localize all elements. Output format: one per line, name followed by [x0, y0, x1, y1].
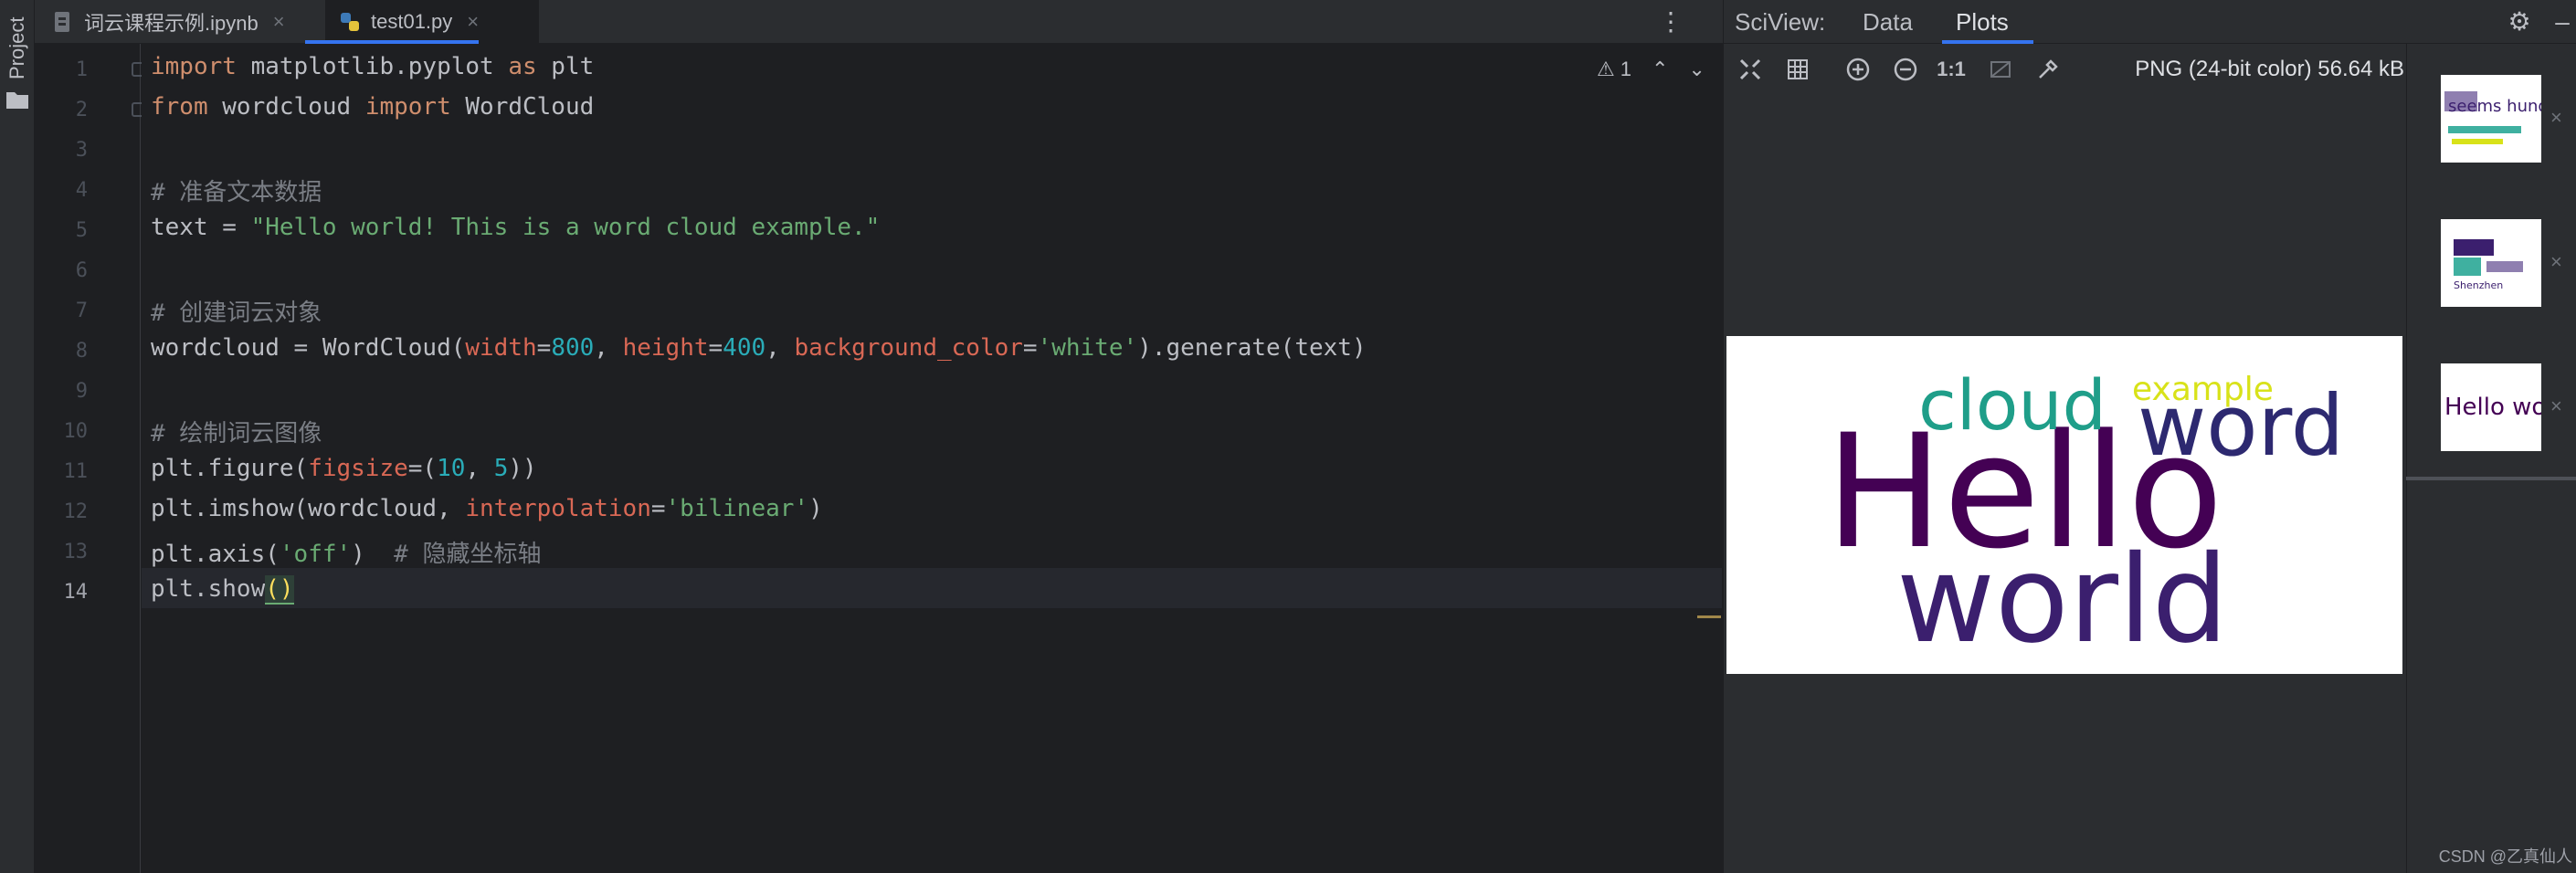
code-line-11: plt.figure(figsize=(10, 5))	[151, 455, 537, 482]
close-icon[interactable]: ×	[2550, 394, 2562, 418]
tab-label: 词云课程示例.ipynb	[84, 12, 259, 35]
tab-data[interactable]: Data	[1863, 0, 1913, 44]
chevron-down-icon[interactable]: ⌄	[1688, 58, 1705, 81]
code-line-13: plt.axis('off') # 隐藏坐标轴	[151, 541, 542, 568]
actual-size-button[interactable]: 1:1	[1935, 53, 1968, 86]
plot-thumbnail[interactable]: Shenzhen	[2441, 219, 2541, 307]
line-number: 13	[63, 541, 89, 563]
line-number-current: 14	[63, 581, 89, 604]
code-line-14: plt.show()	[151, 575, 294, 605]
line-number: 1	[75, 58, 88, 81]
line-number: 11	[63, 460, 89, 483]
line-number: 8	[75, 340, 88, 363]
tab-plots[interactable]: Plots	[1956, 0, 2009, 44]
image-info-label: PNG (24-bit color) 56.64 kB	[2135, 57, 2404, 81]
line-number: 2	[75, 99, 88, 121]
thumbnail-snippet: Shenzhen	[2454, 279, 2503, 291]
editor-tab-bar: 词云课程示例.ipynb × test01.py ×	[35, 0, 1723, 44]
code-line-12: plt.imshow(wordcloud, interpolation='bil…	[151, 495, 823, 522]
line-number: 4	[75, 179, 88, 202]
code-content[interactable]: import matplotlib.pyplot as plt from wor…	[142, 44, 1603, 647]
zoom-out-icon[interactable]	[1889, 53, 1922, 86]
wordcloud-image: Hello world word cloud example	[1726, 336, 2402, 674]
folder-icon[interactable]	[5, 89, 29, 110]
code-line-10: # 绘制词云图像	[151, 420, 322, 447]
code-line-5: text = "Hello world! This is a word clou…	[151, 214, 881, 241]
close-icon[interactable]: ×	[467, 10, 479, 34]
color-picker-icon[interactable]	[2032, 53, 2064, 86]
line-number: 5	[75, 219, 88, 242]
thumbnail-snippet: Hello world	[2444, 394, 2541, 421]
code-line-4: # 准备文本数据	[151, 179, 322, 206]
fit-to-window-icon[interactable]	[1734, 53, 1767, 86]
chevron-up-icon[interactable]: ⌃	[1652, 58, 1668, 81]
tab-test01-py[interactable]: test01.py ×	[325, 0, 539, 44]
code-line-2: from wordcloud import WordCloud	[151, 93, 595, 121]
line-number: 10	[63, 420, 89, 443]
gear-icon[interactable]: ⚙	[2503, 5, 2536, 38]
tab-notebook[interactable]: 词云课程示例.ipynb ×	[51, 0, 325, 44]
python-file-icon	[338, 10, 362, 34]
code-line-1: import matplotlib.pyplot as plt	[151, 53, 595, 80]
thumbnail-divider	[2406, 477, 2576, 480]
plot-thumbnail[interactable]: seems hundre	[2441, 75, 2541, 163]
wordcloud-word-cloud: cloud	[1918, 364, 2106, 446]
more-vertical-icon[interactable]: ⋮	[1657, 5, 1684, 38]
close-icon[interactable]: ×	[273, 10, 285, 34]
line-number: 9	[75, 380, 88, 403]
grid-icon[interactable]	[1781, 53, 1814, 86]
thumbnail-snippet: seems hundre	[2448, 97, 2541, 116]
code-line-7: # 创建词云对象	[151, 300, 322, 327]
project-tool-strip	[0, 0, 35, 873]
wordcloud-word-world: world	[1896, 530, 2228, 670]
minimize-icon[interactable]: –	[2549, 5, 2576, 38]
line-number-gutter: 1 2 3 4 5 6 7 8 9 10 11 12 13 14	[35, 44, 146, 873]
error-stripe-marker[interactable]	[1697, 615, 1721, 618]
code-line-8: wordcloud = WordCloud(width=800, height=…	[151, 334, 1367, 362]
line-number: 7	[75, 300, 88, 322]
warning-icon: ⚠	[1597, 58, 1615, 80]
warning-count: 1	[1620, 58, 1631, 80]
sciview-header: SciView: Data Plots	[1723, 0, 2576, 44]
close-icon[interactable]: ×	[2550, 250, 2562, 274]
background-icon[interactable]	[1984, 53, 2017, 86]
line-number: 3	[75, 139, 88, 162]
inspection-widget[interactable]: ⚠ 1 ⌃ ⌄	[1597, 53, 1717, 86]
plot-thumbnail-selected[interactable]: Hello world	[2441, 363, 2541, 451]
tab-label: test01.py	[371, 10, 453, 33]
watermark: CSDN @乙真仙人	[2438, 847, 2572, 866]
line-number: 6	[75, 259, 88, 282]
project-tool-button[interactable]: Project	[3, 7, 32, 89]
notebook-file-icon	[51, 10, 75, 34]
sciview-title: SciView:	[1735, 8, 1826, 36]
wordcloud-word-example: example	[2132, 371, 2274, 408]
plot-thumbnails-panel	[2406, 44, 2576, 873]
close-icon[interactable]: ×	[2550, 106, 2562, 130]
line-number: 12	[63, 500, 89, 523]
zoom-in-icon[interactable]	[1842, 53, 1874, 86]
